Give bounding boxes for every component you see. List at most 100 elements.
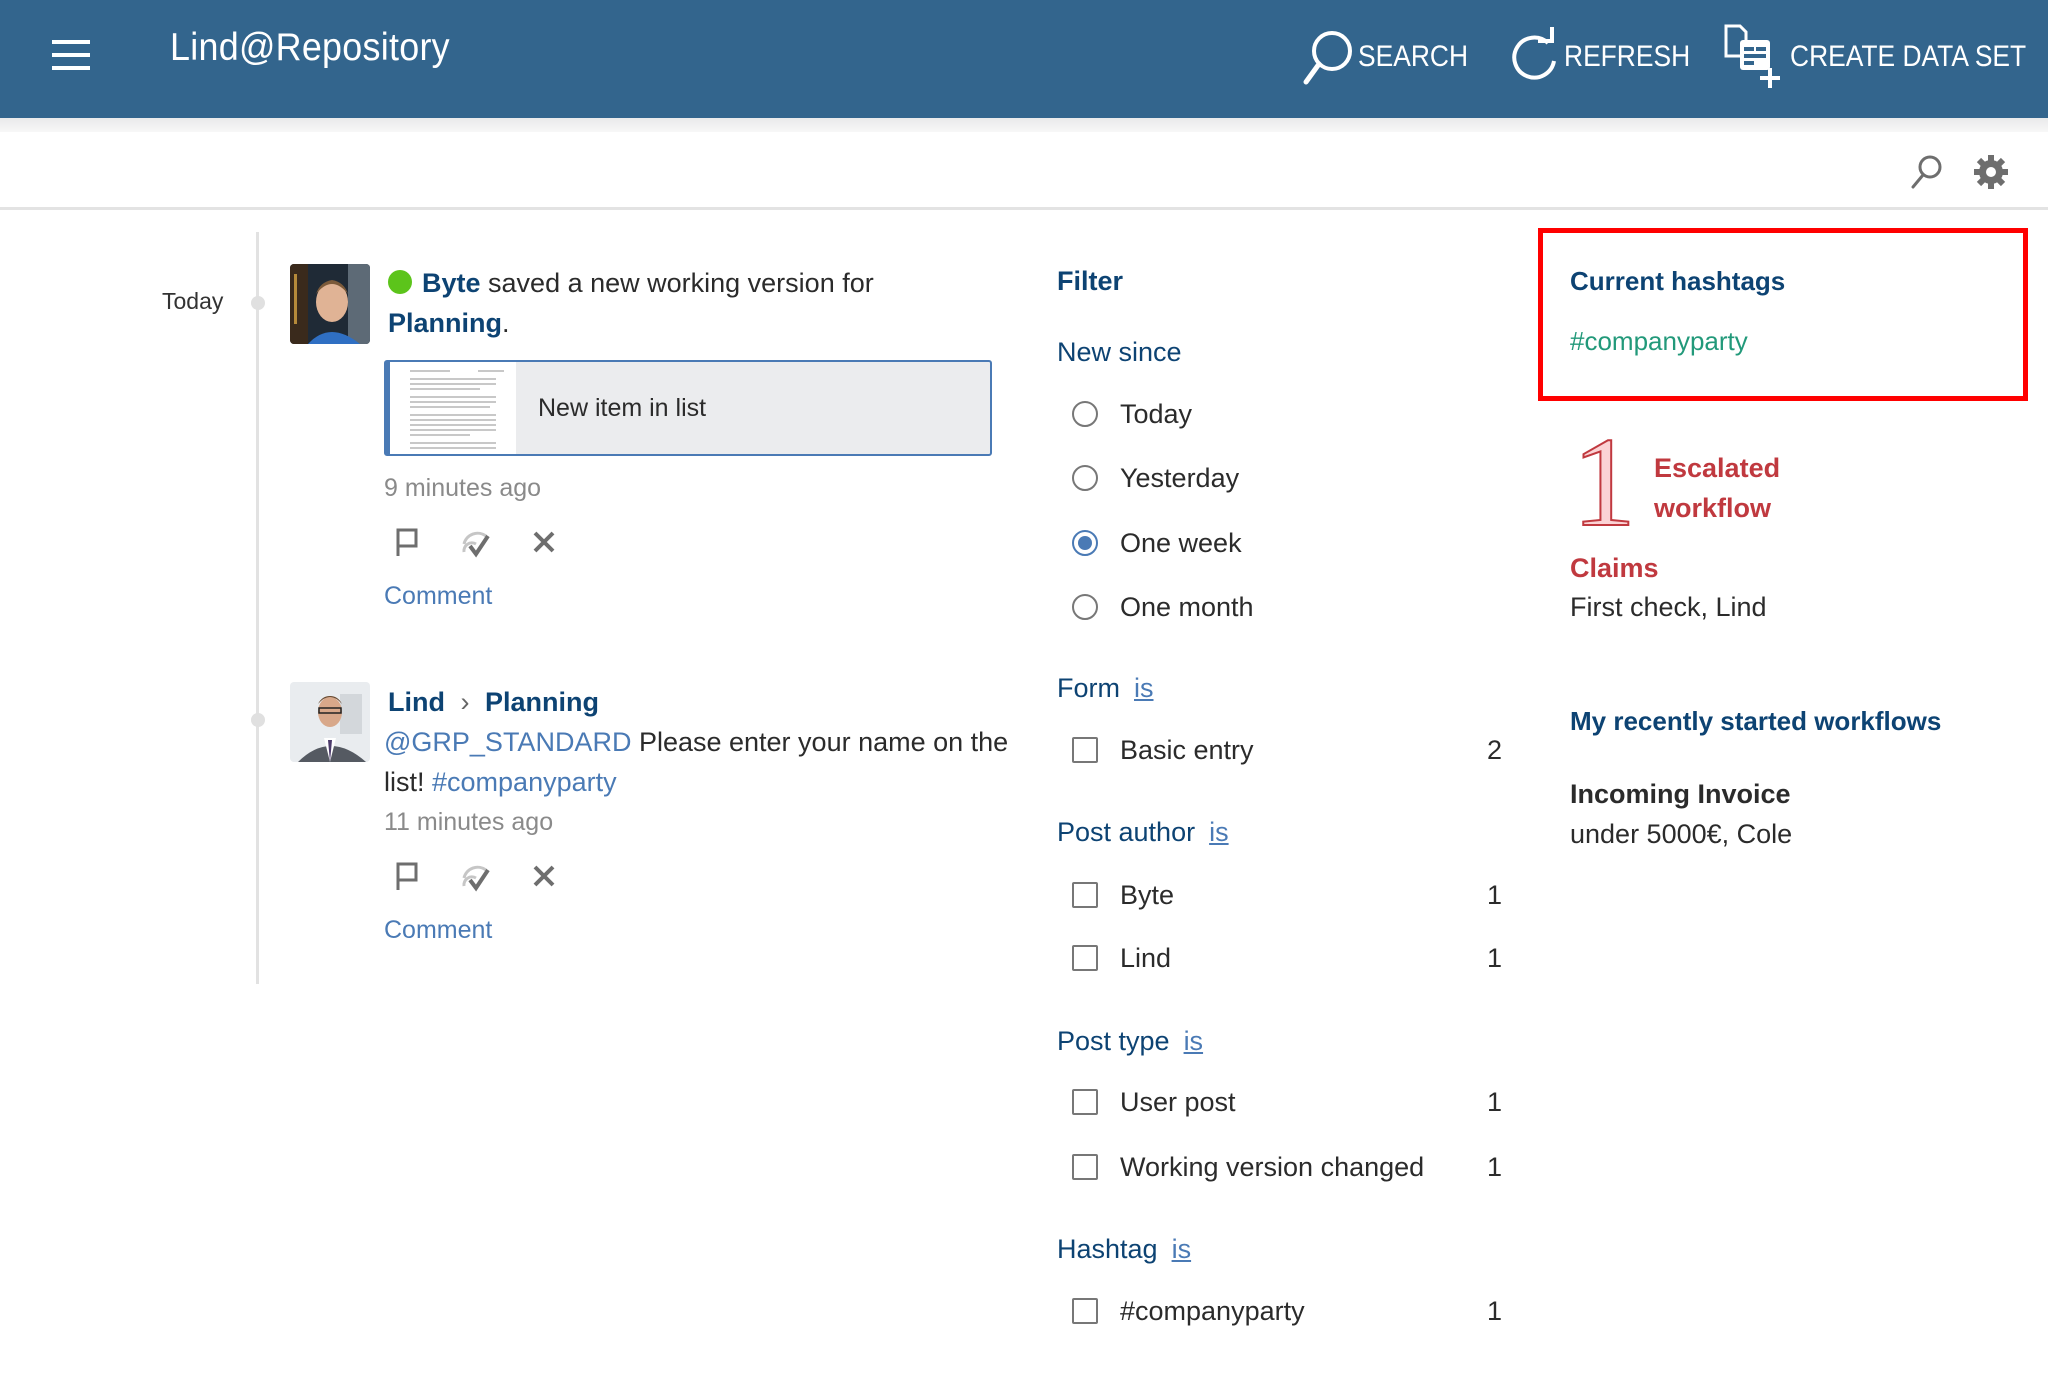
filter-option[interactable]: #companyparty 1: [1072, 1291, 1512, 1331]
radio-label: Today: [1120, 398, 1193, 429]
post-body: @GRP_STANDARD Please enter your name on …: [384, 722, 1024, 802]
avatar-lind[interactable]: [290, 682, 370, 762]
workflow-detail: under 5000€, Cole: [1570, 819, 1793, 849]
hamburger-menu-icon[interactable]: [52, 40, 92, 70]
timeline-dot: [251, 296, 265, 310]
refresh-icon: [1512, 27, 1556, 80]
timeline-dot: [251, 713, 265, 727]
post-timestamp: 9 minutes ago: [384, 474, 542, 502]
option-label: Basic entry: [1120, 734, 1254, 765]
header-shadow: [0, 118, 2048, 132]
comment-link[interactable]: Comment: [384, 582, 492, 611]
checkbox[interactable]: [1072, 945, 1098, 971]
filter-group-post-author: Post author is: [1057, 817, 1229, 848]
filter-option[interactable]: User post 1: [1072, 1082, 1512, 1122]
refresh-button[interactable]: REFRESH: [1508, 22, 1707, 92]
author-link[interactable]: Byte: [422, 268, 481, 298]
search-button-label: SEARCH: [1358, 40, 1469, 73]
target-link[interactable]: Planning: [485, 687, 599, 717]
document-title: New item in list: [538, 393, 707, 422]
search-icon[interactable]: [1910, 154, 1944, 190]
close-icon[interactable]: [526, 524, 562, 560]
create-data-set-label: CREATE DATA SET: [1790, 40, 2027, 73]
option-label: Working version changed: [1120, 1151, 1425, 1182]
group-title: Form: [1057, 673, 1120, 703]
option-label: #companyparty: [1120, 1295, 1305, 1326]
create-data-set-icon: [1724, 24, 1780, 88]
operator-link[interactable]: is: [1172, 1234, 1192, 1264]
claims-text: First check, Lind: [1570, 592, 1767, 622]
checkbox[interactable]: [1072, 882, 1098, 908]
breadcrumb-separator-icon: ›: [460, 687, 470, 717]
create-data-set-button[interactable]: CREATE DATA SET: [1722, 22, 2048, 92]
filter-group-form: Form is: [1057, 673, 1154, 704]
filter-group-hashtag: Hashtag is: [1057, 1234, 1191, 1265]
option-count: 1: [1486, 1295, 1502, 1326]
checkbox[interactable]: [1072, 1089, 1098, 1115]
search-button[interactable]: SEARCH: [1300, 22, 1483, 92]
option-count: 1: [1486, 1151, 1502, 1182]
checkbox[interactable]: [1072, 737, 1098, 763]
radio-one-week[interactable]: One week: [1072, 523, 1512, 563]
option-count: 1: [1486, 1086, 1502, 1117]
workflow-name: Incoming Invoice: [1570, 779, 1791, 809]
flag-icon[interactable]: [390, 524, 426, 560]
post-header: Lind › Planning: [388, 682, 1028, 722]
option-label: User post: [1120, 1086, 1236, 1117]
author-link[interactable]: Lind: [388, 687, 445, 717]
post-headline: Byte saved a new working version for Pla…: [388, 263, 1008, 343]
escalated-label: Escalated: [1654, 453, 1781, 483]
comment-link[interactable]: Comment: [384, 916, 492, 945]
operator-link[interactable]: is: [1184, 1026, 1204, 1056]
option-label: Lind: [1120, 942, 1172, 973]
filter-title: Filter: [1057, 266, 1124, 296]
claims-title: Claims: [1570, 553, 1659, 583]
option-count: 1: [1486, 942, 1502, 973]
app-title: Lind@Repository: [170, 26, 450, 69]
operator-link[interactable]: is: [1134, 673, 1154, 703]
mark-read-icon[interactable]: [458, 858, 494, 894]
option-count: 1: [1486, 879, 1502, 910]
radio-button[interactable]: [1072, 594, 1098, 620]
avatar-byte[interactable]: [290, 264, 370, 344]
group-title: Hashtag: [1057, 1234, 1158, 1264]
post-timestamp: 11 minutes ago: [384, 808, 554, 836]
escalated-workflow-link[interactable]: Escalated workflow: [1654, 448, 1780, 528]
document-card[interactable]: New item in list: [384, 360, 992, 456]
filter-option[interactable]: Working version changed 1: [1072, 1147, 1512, 1187]
radio-button-selected[interactable]: [1072, 530, 1098, 556]
radio-today[interactable]: Today: [1072, 394, 1512, 434]
day-label: Today: [162, 288, 224, 314]
radio-button[interactable]: [1072, 401, 1098, 427]
mention-link[interactable]: @GRP_STANDARD: [384, 727, 631, 757]
filter-option[interactable]: Lind 1: [1072, 938, 1512, 978]
timeline-line: [256, 232, 259, 984]
operator-link[interactable]: is: [1209, 817, 1229, 847]
target-link[interactable]: Planning: [388, 308, 502, 338]
filter-option[interactable]: Basic entry 2: [1072, 730, 1512, 770]
radio-yesterday[interactable]: Yesterday: [1072, 458, 1512, 498]
current-hashtags-title: Current hashtags: [1570, 266, 1786, 296]
option-label: Byte: [1120, 879, 1175, 910]
hashtag-link[interactable]: #companyparty: [432, 767, 617, 797]
escalated-label: workflow: [1654, 493, 1772, 523]
radio-button[interactable]: [1072, 465, 1098, 491]
current-hashtag-link[interactable]: #companyparty: [1570, 326, 1748, 357]
radio-label: Yesterday: [1120, 462, 1240, 493]
option-count: 2: [1486, 734, 1502, 765]
group-title: Post author: [1057, 817, 1196, 847]
escalated-count[interactable]: 1: [1571, 417, 1637, 547]
mark-read-icon[interactable]: [458, 524, 494, 560]
radio-label: One month: [1120, 591, 1254, 622]
filter-option[interactable]: Byte 1: [1072, 875, 1512, 915]
radio-one-month[interactable]: One month: [1072, 587, 1512, 627]
gear-icon[interactable]: [1973, 154, 2009, 190]
recent-workflow-item[interactable]: Incoming Invoice under 5000€, Cole: [1570, 774, 1792, 854]
group-title: Post type: [1057, 1026, 1170, 1056]
post-text: saved a new working version for: [480, 268, 874, 298]
flag-icon[interactable]: [390, 858, 426, 894]
search-icon: [1303, 31, 1352, 85]
checkbox[interactable]: [1072, 1154, 1098, 1180]
close-icon[interactable]: [526, 858, 562, 894]
checkbox[interactable]: [1072, 1298, 1098, 1324]
